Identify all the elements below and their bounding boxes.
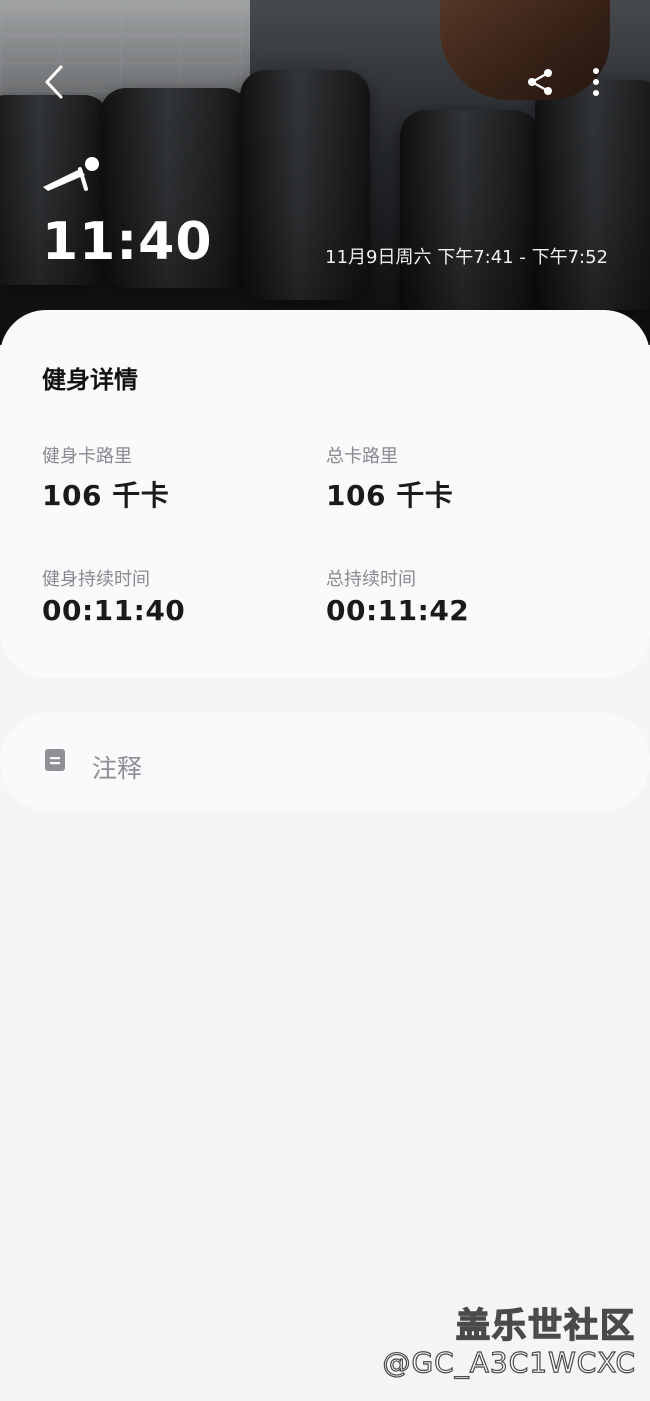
workout-duration-headline: 11:40 <box>42 212 213 272</box>
workout-calories-label: 健身卡路里 <box>42 446 132 467</box>
more-vertical-icon <box>593 68 599 96</box>
more-options-button[interactable] <box>578 62 614 102</box>
total-calories-value: 106 千卡 <box>326 479 454 512</box>
note-icon <box>45 749 65 771</box>
share-button[interactable] <box>520 62 560 102</box>
details-title: 健身详情 <box>42 366 138 394</box>
chevron-left-icon <box>45 65 63 99</box>
workout-time-range: 11月9日周六 下午7:41 - 下午7:52 <box>325 247 608 268</box>
workout-activity-icon <box>43 157 99 191</box>
watermark-title: 盖乐世社区 <box>455 1305 636 1347</box>
total-duration-label: 总持续时间 <box>326 569 416 590</box>
back-button[interactable] <box>34 58 74 106</box>
workout-duration-label: 健身持续时间 <box>42 569 150 590</box>
watermark-handle: @GC_A3C1WCXC <box>382 1345 636 1379</box>
total-duration-value: 00:11:42 <box>326 594 470 627</box>
workout-duration-value: 00:11:40 <box>42 594 186 627</box>
share-icon <box>528 69 552 95</box>
workout-calories-value: 106 千卡 <box>42 479 170 512</box>
total-calories-label: 总卡路里 <box>326 446 398 467</box>
notes-label: 注释 <box>92 754 143 783</box>
